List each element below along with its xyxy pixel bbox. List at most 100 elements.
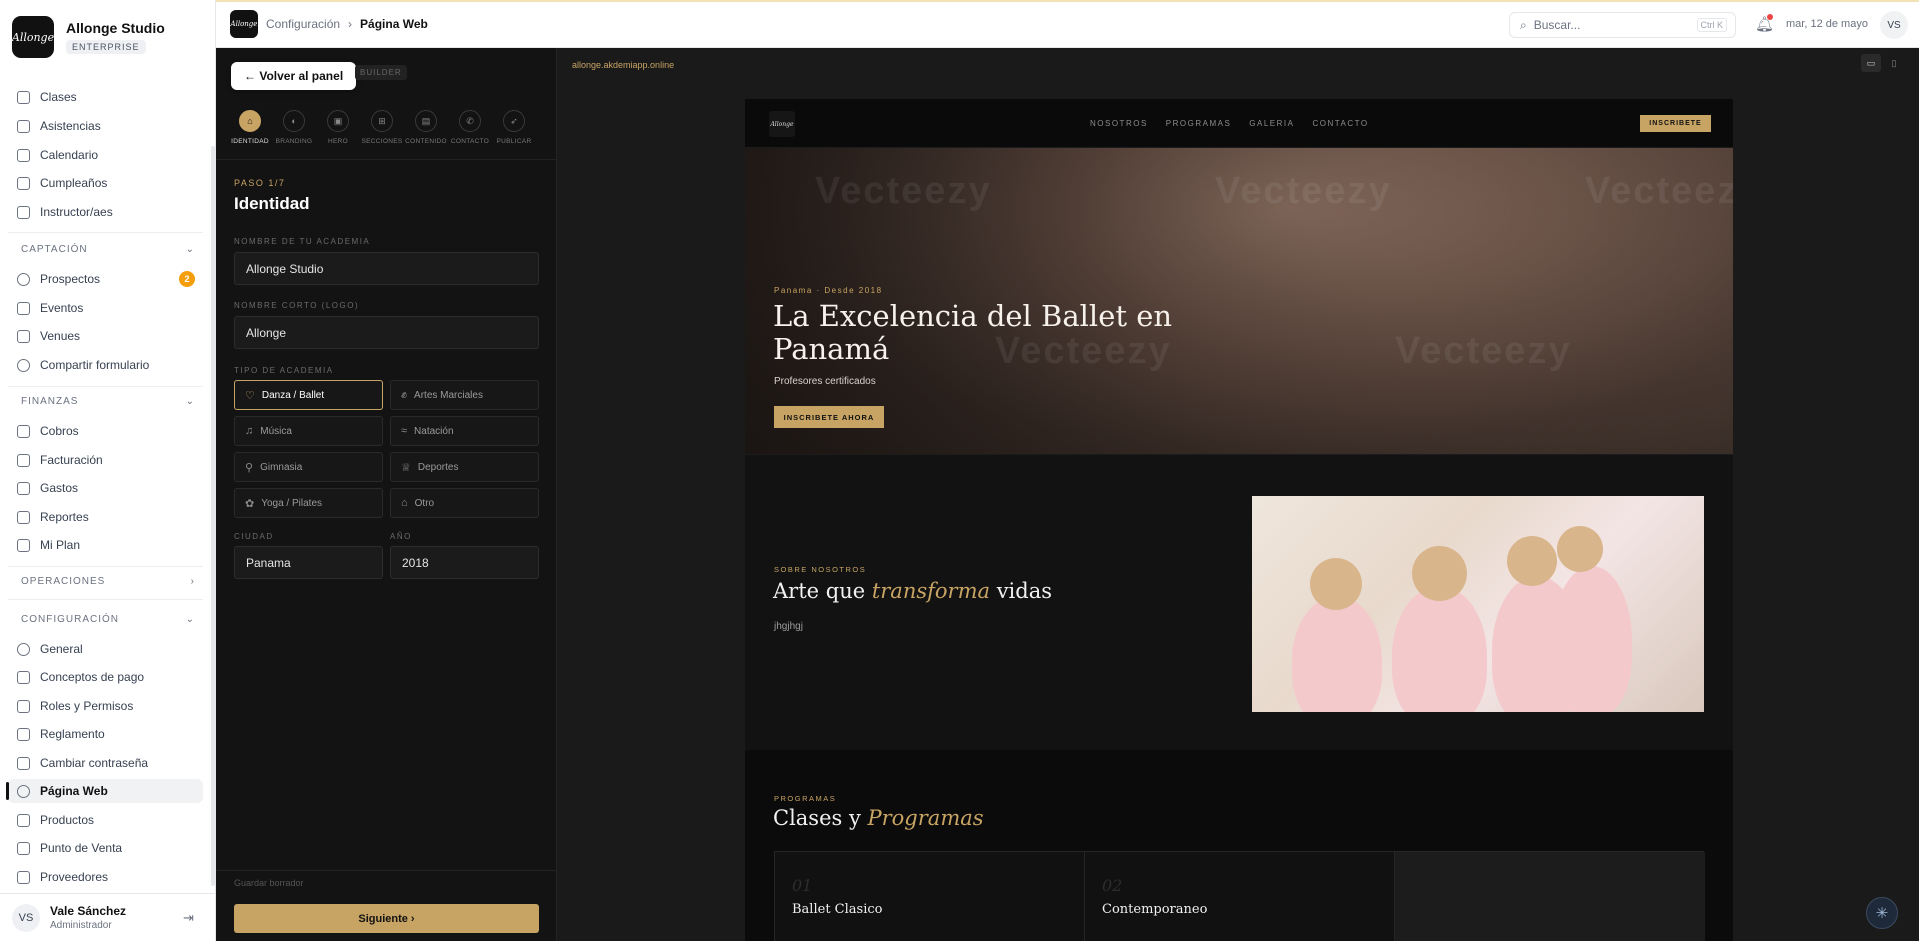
- sidebar-item-cambiar-contrasena[interactable]: Cambiar contraseña: [8, 751, 203, 775]
- sidebar-item-reglamento[interactable]: Reglamento: [8, 722, 203, 746]
- user-profile[interactable]: VS Vale Sánchez Administrador ⇥: [0, 893, 216, 941]
- city-input[interactable]: Panama: [234, 546, 383, 579]
- save-draft-button[interactable]: Guardar borrador: [234, 878, 304, 888]
- scan-icon: [17, 841, 30, 855]
- type-option-otro[interactable]: ⌂ Otro: [390, 488, 539, 518]
- type-option-yoga[interactable]: ✿ Yoga / Pilates: [234, 488, 383, 518]
- box-icon: [17, 813, 30, 827]
- sidebar-item-calendario[interactable]: Calendario: [8, 143, 203, 167]
- step-secciones[interactable]: ⊞ SECCIONES: [360, 110, 404, 146]
- type-option-musica[interactable]: ♫ Música: [234, 416, 383, 446]
- section-operaciones[interactable]: OPERACIONES ›: [21, 576, 195, 587]
- step-contenido[interactable]: ▤ CONTENIDO: [404, 110, 448, 146]
- type-option-natacion[interactable]: ≈ Natación: [390, 416, 539, 446]
- sidebar-item-punto-venta[interactable]: Punto de Venta: [8, 836, 203, 860]
- search-input[interactable]: ⌕ Buscar... Ctrl K: [1509, 12, 1736, 38]
- sidebar-item-conceptos-pago[interactable]: Conceptos de pago: [8, 665, 203, 689]
- sidebar-item-cobros[interactable]: Cobros: [8, 419, 203, 443]
- sidebar-item-gastos[interactable]: Gastos: [8, 476, 203, 500]
- breadcrumb-parent[interactable]: Configuración: [266, 17, 340, 31]
- sidebar-item-instructores[interactable]: Instructor/aes: [8, 200, 203, 224]
- file-icon: [17, 453, 30, 467]
- grid-icon: ⊞: [371, 110, 393, 132]
- dancer-figure: [1292, 596, 1382, 712]
- user-name: Vale Sánchez: [50, 904, 127, 918]
- sidebar-item-productos[interactable]: Productos: [8, 808, 203, 832]
- sidebar-item-general[interactable]: General: [8, 637, 203, 661]
- type-option-deportes[interactable]: ♕ Deportes: [390, 452, 539, 482]
- sidebar-item-clases[interactable]: Clases: [8, 85, 203, 109]
- step-hero[interactable]: ▣ HERO: [316, 110, 360, 146]
- next-button[interactable]: Siguiente ›: [234, 904, 539, 933]
- topbar: Allonge Configuración › Página Web ⌕ Bus…: [216, 0, 1919, 48]
- dancer-figure: [1310, 558, 1362, 610]
- sidebar-item-roles[interactable]: Roles y Permisos: [8, 694, 203, 718]
- sidebar-item-asistencias[interactable]: Asistencias: [8, 114, 203, 138]
- app-root: Allonge Allonge Studio ENTERPRISE Clases…: [0, 0, 1919, 941]
- rocket-icon: ➶: [503, 110, 525, 132]
- back-to-panel-button[interactable]: ← Volver al panel: [231, 62, 357, 90]
- hero-subtitle: Profesores certificados: [774, 376, 876, 387]
- type-option-danza[interactable]: ♡ Danza / Ballet: [234, 380, 383, 410]
- academy-name-input[interactable]: Allonge Studio: [234, 252, 539, 285]
- desktop-view-icon[interactable]: ▭: [1861, 54, 1881, 72]
- type-option-artes-marciales[interactable]: ✊︎ Artes Marciales: [390, 380, 539, 410]
- step-contacto[interactable]: ✆ CONTACTO: [448, 110, 492, 146]
- type-option-gimnasia[interactable]: ⚲ Gimnasia: [234, 452, 383, 482]
- program-number: 02: [1102, 876, 1123, 895]
- calendar-icon: [17, 148, 30, 162]
- site-link-contacto[interactable]: CONTACTO: [1312, 119, 1368, 128]
- sidebar-item-proveedores[interactable]: Proveedores: [8, 865, 203, 888]
- prospectos-badge: 2: [179, 271, 195, 287]
- assistant-icon[interactable]: ✳: [1866, 897, 1898, 929]
- avatar: VS: [12, 903, 40, 932]
- sidebar-item-pagina-web[interactable]: Página Web: [6, 779, 203, 803]
- logout-icon[interactable]: ⇥: [183, 910, 194, 926]
- sidebar-item-venues[interactable]: Venues: [8, 324, 203, 348]
- sidebar-item-eventos[interactable]: Eventos: [8, 296, 203, 320]
- chevron-right-icon: ›: [190, 576, 195, 587]
- section-captacion[interactable]: CAPTACIÓN ⌄: [21, 244, 195, 255]
- document-icon: [17, 538, 30, 552]
- program-card[interactable]: 01 Ballet Clasico: [775, 852, 1085, 941]
- about-kicker: SOBRE NOSOTROS: [774, 565, 867, 574]
- music-icon: ♫: [245, 425, 254, 437]
- program-card[interactable]: 02 Contemporaneo: [1085, 852, 1395, 941]
- step-publicar[interactable]: ➶ PUBLICAR: [492, 110, 536, 146]
- nav-divider: [8, 232, 203, 233]
- builder-tag: BUILDER: [355, 65, 407, 80]
- about-image: [1252, 496, 1704, 712]
- preview-website: Allonge NOSOTROS PROGRAMAS GALERIA CONTA…: [745, 99, 1733, 941]
- site-link-programas[interactable]: PROGRAMAS: [1166, 119, 1232, 128]
- mobile-view-icon[interactable]: ▯: [1884, 54, 1904, 72]
- site-logo[interactable]: Allonge: [769, 111, 795, 137]
- year-input[interactable]: 2018: [390, 546, 539, 579]
- topbar-logo[interactable]: Allonge: [230, 10, 258, 38]
- section-configuracion[interactable]: CONFIGURACIÓN ⌄: [21, 614, 195, 625]
- brand[interactable]: Allonge Allonge Studio ENTERPRISE: [12, 16, 165, 58]
- sidebar-scrollbar[interactable]: [211, 146, 215, 886]
- preview-url[interactable]: allonge.akdemiapp.online: [572, 60, 674, 70]
- sidebar-item-compartir[interactable]: Compartir formulario: [8, 353, 203, 377]
- about-title: Arte que transforma vidas: [773, 579, 1053, 603]
- dancer-figure: [1557, 526, 1603, 572]
- truck-icon: [17, 870, 30, 884]
- avatar[interactable]: VS: [1880, 11, 1908, 39]
- site-inscribete-button[interactable]: INSCRIBETE: [1640, 115, 1711, 132]
- section-finanzas[interactable]: FINANZAS ⌄: [21, 396, 195, 407]
- hero-inscribete-button[interactable]: INSCRIBETE AHORA: [774, 406, 884, 428]
- sidebar-item-facturacion[interactable]: Facturación: [8, 448, 203, 472]
- step-identidad[interactable]: ⌂ IDENTIDAD: [228, 110, 272, 146]
- sidebar-item-cumpleanos[interactable]: Cumpleaños: [8, 171, 203, 195]
- short-name-input[interactable]: Allonge: [234, 316, 539, 349]
- sidebar-item-reportes[interactable]: Reportes: [8, 505, 203, 529]
- site-link-nosotros[interactable]: NOSOTROS: [1090, 119, 1148, 128]
- step-branding[interactable]: ◐ BRANDING: [272, 110, 316, 146]
- program-card-empty: [1395, 852, 1705, 941]
- site-about-section: SOBRE NOSOTROS Arte que transforma vidas…: [745, 454, 1733, 750]
- sidebar-item-mi-plan[interactable]: Mi Plan: [8, 533, 203, 557]
- site-link-galeria[interactable]: GALERIA: [1249, 119, 1294, 128]
- short-name-label: NOMBRE CORTO (LOGO): [234, 301, 360, 310]
- site-hero: Vecteezy Vecteezy Vecteezy Vecteezy Vect…: [745, 148, 1733, 454]
- sidebar-item-prospectos[interactable]: Prospectos 2: [8, 267, 203, 291]
